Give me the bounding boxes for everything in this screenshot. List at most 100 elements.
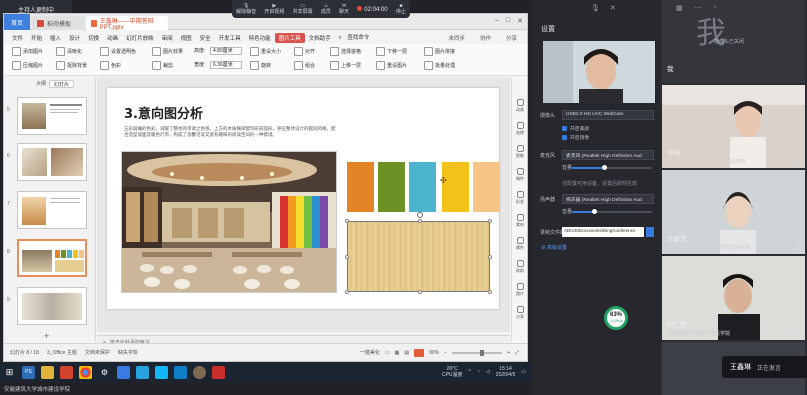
reading-view-icon[interactable]: ▤ (404, 350, 409, 356)
mirror-checkbox[interactable]: 开启镜像 (562, 134, 589, 141)
color-button[interactable]: 色彩 (100, 61, 121, 70)
height-input[interactable]: 4.80厘米 (210, 47, 242, 55)
outline-tab[interactable]: 大纲 (32, 80, 50, 88)
record-path-input[interactable]: ADIUS\Documents\DingConference (562, 227, 644, 237)
protect-status[interactable]: 文档未保护 (85, 349, 110, 356)
camera-select[interactable]: USB2.0 HD UVC WebCam (562, 110, 654, 120)
side-animation-button[interactable]: 动画 (514, 99, 526, 113)
color-swatch-yellow[interactable] (442, 162, 469, 212)
zoom-slider[interactable] (452, 349, 503, 356)
slideshow-play-icon[interactable] (414, 348, 425, 357)
resize-handle[interactable] (345, 219, 349, 223)
resize-handle[interactable] (488, 219, 492, 223)
resize-handle[interactable] (418, 290, 422, 294)
send-backward-button[interactable]: 下移一层 (376, 47, 407, 56)
add-picture-button[interactable]: 添加图片 (12, 47, 43, 56)
stop-button[interactable]: ■ 停止 (396, 3, 406, 15)
normal-view-icon[interactable]: ▭ (385, 350, 390, 356)
batch-button[interactable]: 批量处理 (424, 61, 455, 70)
participant-tile[interactable]: 何仁旺 安徽建筑大学城市建设学院 (662, 256, 805, 340)
set-transparent-button[interactable]: 设置透明色 (100, 47, 136, 56)
remove-background-button[interactable]: 抠除背景 (56, 61, 87, 70)
slide-canvas[interactable]: 3.意向图分析 五彩斑斓的色彩，减缓了整体的单调之色感。上方的木质横梁配饰形成弧… (107, 88, 500, 309)
zoom-out-icon[interactable]: − (444, 350, 447, 356)
share-button[interactable]: 分享 (502, 34, 521, 42)
resize-handle[interactable] (488, 255, 492, 259)
crop-button[interactable]: 裁剪 (152, 61, 173, 70)
menu-item[interactable]: 开发工具 (215, 34, 245, 42)
mic-volume-slider[interactable] (572, 165, 652, 170)
slides-tab[interactable]: 幻灯片 (49, 80, 75, 88)
slider-thumb[interactable] (602, 165, 607, 170)
picture-effects-button[interactable]: 图片效果 (152, 47, 183, 56)
settings-icon[interactable]: ⚙ (98, 366, 111, 379)
speaker-volume-slider[interactable] (572, 209, 652, 214)
wood-texture-image[interactable] (347, 221, 490, 292)
edge-icon[interactable] (174, 365, 187, 379)
sync-status[interactable]: 未同步 (444, 34, 469, 42)
paint-icon[interactable] (136, 365, 149, 379)
slide-thumbnail[interactable] (17, 97, 87, 135)
menu-item[interactable]: 开始 (27, 34, 46, 42)
menu-item-picture-tools[interactable]: 图片工具 (274, 32, 305, 43)
template-tab[interactable]: 稻壳模板 (32, 16, 84, 30)
align-button[interactable]: 对齐 (294, 47, 315, 56)
slide-thumbnail-selected[interactable] (17, 239, 87, 277)
picture-stitch-button[interactable]: 图片拼接 (424, 47, 455, 56)
resize-handle[interactable] (345, 255, 349, 259)
advanced-settings-link[interactable]: ⚙ 高级设置 (541, 244, 567, 251)
network-speed-widget[interactable]: 63% ↓0.2K/s (604, 306, 628, 330)
network-icon[interactable]: ◔ (477, 369, 480, 375)
slide-body-text[interactable]: 五彩斑斓的色彩，减缓了整体的单调之色感。上方的木质横梁配饰形成弧形，呼应整体设计… (124, 126, 336, 138)
bring-forward-button[interactable]: 上移一层 (330, 61, 361, 70)
fit-window-icon[interactable]: ⤢ (515, 350, 519, 356)
clock[interactable]: 15:14 2020/4/9 (496, 366, 515, 378)
color-swatch-blue[interactable] (409, 162, 436, 212)
app-icon[interactable] (193, 365, 206, 379)
beautify-button[interactable]: 一键美化 (360, 349, 380, 356)
sorter-view-icon[interactable]: ▦ (395, 350, 400, 356)
beauty-checkbox[interactable]: 开启美颜 (562, 125, 589, 132)
taskbar-app-ps[interactable]: PS (22, 365, 35, 379)
zoom-level[interactable]: 90% (429, 350, 439, 356)
search-command[interactable]: ⌕ 查找命令 (335, 33, 378, 42)
share-screen-button[interactable]: ▭ 共享屏幕 (293, 3, 313, 15)
menu-item[interactable]: 特色功能 (245, 34, 275, 42)
chat-button[interactable]: ✉ 聊天 (339, 3, 349, 15)
browse-folder-button[interactable] (646, 227, 654, 237)
resize-handle[interactable] (418, 219, 422, 223)
collab-button[interactable]: 协作 (476, 34, 495, 42)
members-button[interactable]: ☺ 成员 (321, 3, 331, 15)
compress-picture-button[interactable]: 压缩图片 (12, 61, 43, 70)
side-property-button[interactable]: 属性 (514, 237, 526, 251)
menu-item[interactable]: 幻灯片放映 (122, 34, 158, 42)
minimize-icon[interactable]: – (495, 17, 499, 25)
wps-icon[interactable] (60, 365, 73, 379)
tray-up-icon[interactable]: ^ (469, 369, 471, 375)
side-draft-button[interactable]: 稿件 (514, 168, 526, 182)
sharpen-button[interactable]: 清晰化 (56, 47, 82, 56)
start-icon[interactable]: ⊞ (3, 366, 16, 379)
close-icon[interactable]: ✕ (517, 17, 523, 25)
rotate-button[interactable]: 旋转 (250, 61, 271, 70)
folder-icon[interactable] (41, 365, 54, 379)
menu-item[interactable]: 审阅 (158, 34, 177, 42)
side-help-button[interactable]: 帮助 (514, 260, 526, 274)
chrome-icon[interactable] (79, 365, 92, 379)
slide-title[interactable]: 3.意向图分析 (124, 103, 203, 122)
menu-item[interactable]: 文件 (8, 34, 27, 42)
mic-select[interactable]: 麦克风 (Realtek High Definition Aud (562, 150, 654, 160)
menu-item[interactable]: 设计 (65, 34, 84, 42)
file-tab[interactable]: 王鑫琳——中期答辩PPT.pptx (86, 16, 168, 31)
selection-pane-button[interactable]: 选择窗格 (330, 47, 361, 56)
cpu-temp[interactable]: 26°C CPU温度 (442, 366, 463, 378)
slider-thumb[interactable] (592, 209, 597, 214)
notification-icon[interactable]: ▭ (521, 369, 526, 375)
speaker-select[interactable]: 扬声器 (Realtek High Definition Aud (562, 194, 654, 204)
home-tab[interactable]: 首页 (4, 14, 30, 30)
side-smart-button[interactable]: 智能 (514, 145, 526, 159)
width-input[interactable]: 6.36厘米 (210, 61, 242, 69)
resize-handle[interactable] (488, 290, 492, 294)
unmute-button[interactable]: 🎙︎ 解除静音 (236, 3, 256, 15)
color-swatch-orange[interactable] (347, 162, 374, 212)
